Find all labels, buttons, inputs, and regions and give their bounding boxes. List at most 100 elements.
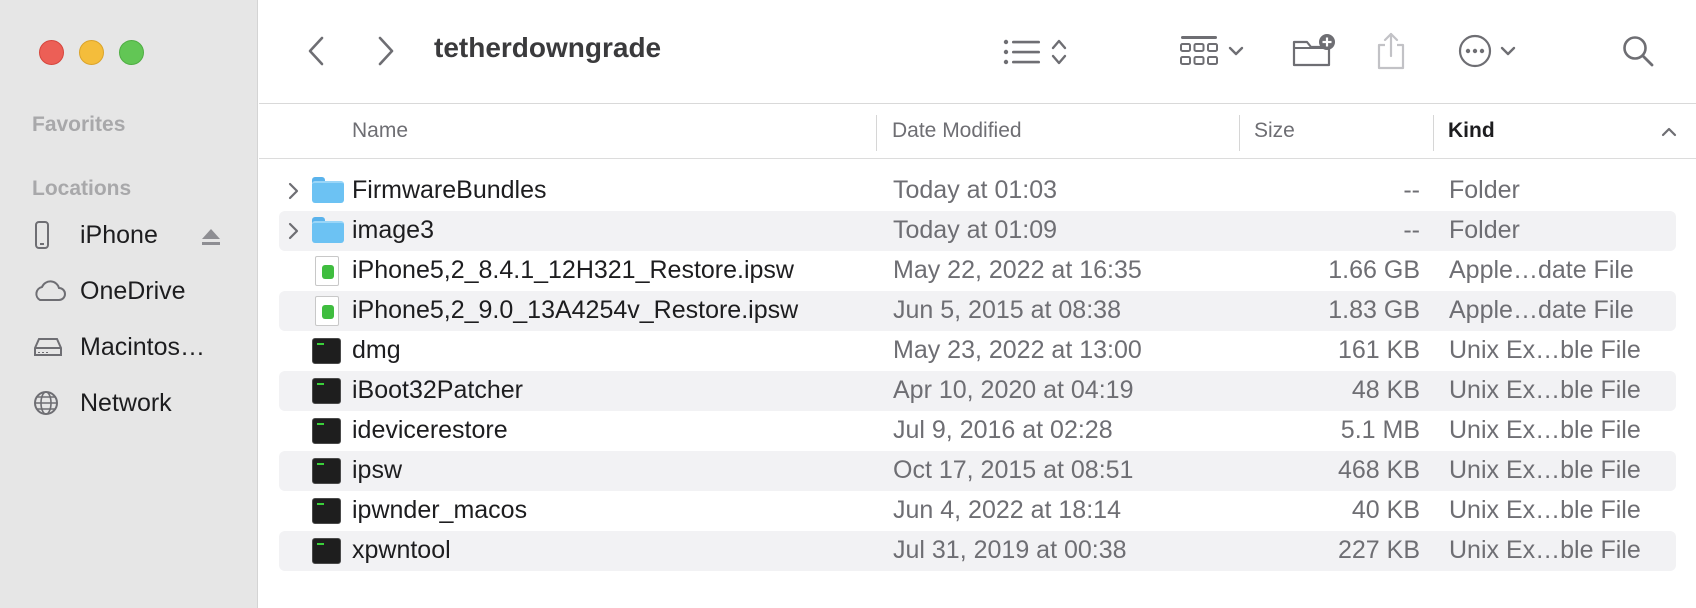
cloud-icon <box>32 277 68 305</box>
file-row[interactable]: iPhone5,2_9.0_13A4254v_Restore.ipsw Jun … <box>279 291 1676 331</box>
sidebar-item-macintosh[interactable]: Macintos… <box>32 325 232 369</box>
file-size: -- <box>1403 216 1420 244</box>
terminal-exec-icon <box>312 378 342 406</box>
disclosure-chevron-icon[interactable] <box>287 181 299 201</box>
file-kind: Unix Ex…ble File <box>1449 336 1641 364</box>
search-button[interactable] <box>1617 30 1659 72</box>
file-size: -- <box>1403 176 1420 204</box>
sidebar-item-iphone[interactable]: iPhone <box>32 213 232 257</box>
file-date: Jun 4, 2022 at 18:14 <box>893 496 1121 524</box>
file-date: May 23, 2022 at 13:00 <box>893 336 1142 364</box>
column-header-size[interactable]: Size <box>1254 119 1295 143</box>
view-options-button[interactable] <box>997 32 1073 72</box>
file-row[interactable]: iBoot32Patcher Apr 10, 2020 at 04:19 48 … <box>279 371 1676 411</box>
up-down-chevron-icon <box>1051 39 1067 65</box>
file-row[interactable]: dmg May 23, 2022 at 13:00 161 KB Unix Ex… <box>279 331 1676 371</box>
window-title: tetherdowngrade <box>434 32 662 63</box>
file-row[interactable]: ipsw Oct 17, 2015 at 08:51 468 KB Unix E… <box>279 451 1676 491</box>
sidebar: Favorites Locations iPhone OneDrive Maci… <box>0 0 258 608</box>
file-name: ipwnder_macos <box>352 496 528 524</box>
share-icon <box>1377 32 1405 70</box>
file-date: Oct 17, 2015 at 08:51 <box>893 456 1134 484</box>
file-date: Jul 31, 2019 at 00:38 <box>893 536 1127 564</box>
file-size: 1.66 GB <box>1328 256 1420 284</box>
sort-ascending-chevron-icon[interactable] <box>1660 125 1678 139</box>
file-kind: Unix Ex…ble File <box>1449 456 1641 484</box>
group-by-button[interactable] <box>1175 30 1249 72</box>
forward-button[interactable] <box>369 31 403 71</box>
ellipsis-circle-icon <box>1458 34 1492 68</box>
file-row[interactable]: xpwntool Jul 31, 2019 at 00:38 227 KB Un… <box>279 531 1676 571</box>
file-row[interactable]: image3 Today at 01:09 -- Folder <box>279 211 1676 251</box>
column-header-kind[interactable]: Kind <box>1448 119 1495 143</box>
terminal-exec-icon <box>312 538 342 566</box>
terminal-exec-icon <box>312 418 342 446</box>
new-folder-button[interactable] <box>1289 30 1339 72</box>
toolbar: tetherdowngrade <box>259 0 1696 104</box>
sidebar-item-label: Network <box>80 388 172 417</box>
sidebar-item-network[interactable]: Network <box>32 381 232 425</box>
disclosure-chevron-icon[interactable] <box>287 221 299 241</box>
column-header: Name Date Modified Size Kind <box>259 105 1696 159</box>
sidebar-item-label: iPhone <box>80 220 158 249</box>
minimize-window-button[interactable] <box>79 40 104 65</box>
file-date: Apr 10, 2020 at 04:19 <box>893 376 1134 404</box>
file-row[interactable]: iPhone5,2_8.4.1_12H321_Restore.ipsw May … <box>279 251 1676 291</box>
file-name: dmg <box>352 336 401 364</box>
file-kind: Unix Ex…ble File <box>1449 416 1641 444</box>
file-kind: Unix Ex…ble File <box>1449 376 1641 404</box>
search-icon <box>1623 36 1654 67</box>
file-size: 5.1 MB <box>1340 416 1420 444</box>
file-kind: Unix Ex…ble File <box>1449 536 1641 564</box>
hard-drive-icon <box>32 333 68 361</box>
grid-group-icon <box>1180 36 1218 65</box>
file-name: iPhone5,2_9.0_13A4254v_Restore.ipsw <box>352 296 799 324</box>
file-name: FirmwareBundles <box>352 176 547 204</box>
sidebar-section-locations: Locations <box>32 177 132 200</box>
sidebar-item-label: Macintos… <box>80 332 206 361</box>
file-kind: Apple…date File <box>1449 256 1634 284</box>
file-row[interactable]: idevicerestore Jul 9, 2016 at 02:28 5.1 … <box>279 411 1676 451</box>
file-list: FirmwareBundles Today at 01:03 -- Folder… <box>279 171 1676 571</box>
terminal-exec-icon <box>312 498 342 526</box>
column-header-date-modified[interactable]: Date Modified <box>892 119 1022 143</box>
file-size: 40 KB <box>1351 496 1420 524</box>
file-size: 468 KB <box>1337 456 1420 484</box>
column-divider[interactable] <box>1433 115 1434 151</box>
new-folder-icon <box>1292 34 1335 67</box>
ipsw-file-icon <box>315 256 345 286</box>
file-name: iPhone5,2_8.4.1_12H321_Restore.ipsw <box>352 256 794 284</box>
folder-icon <box>312 177 344 205</box>
more-actions-button[interactable] <box>1451 30 1523 72</box>
file-date: Jun 5, 2015 at 08:38 <box>893 296 1121 324</box>
file-kind: Folder <box>1449 216 1520 244</box>
column-divider[interactable] <box>1239 115 1240 151</box>
terminal-exec-icon <box>312 458 342 486</box>
file-size: 227 KB <box>1337 536 1420 564</box>
file-kind: Unix Ex…ble File <box>1449 496 1641 524</box>
eject-icon[interactable] <box>200 225 222 254</box>
zoom-window-button[interactable] <box>119 40 144 65</box>
file-name: idevicerestore <box>352 416 508 444</box>
globe-icon <box>32 389 68 417</box>
file-row[interactable]: FirmwareBundles Today at 01:03 -- Folder <box>279 171 1676 211</box>
file-kind: Apple…date File <box>1449 296 1634 324</box>
sidebar-item-onedrive[interactable]: OneDrive <box>32 269 232 313</box>
sidebar-item-label: OneDrive <box>80 276 186 305</box>
column-divider[interactable] <box>876 115 877 151</box>
file-date: Today at 01:03 <box>893 176 1058 204</box>
file-row[interactable]: ipwnder_macos Jun 4, 2022 at 18:14 40 KB… <box>279 491 1676 531</box>
share-button[interactable] <box>1369 28 1413 74</box>
ipsw-file-icon <box>315 296 345 326</box>
file-size: 48 KB <box>1351 376 1420 404</box>
column-header-name[interactable]: Name <box>352 119 408 143</box>
file-name: ipsw <box>352 456 403 484</box>
file-size: 1.83 GB <box>1328 296 1420 324</box>
file-date: May 22, 2022 at 16:35 <box>893 256 1142 284</box>
chevron-down-icon <box>1228 46 1244 56</box>
back-button[interactable] <box>299 31 333 71</box>
close-window-button[interactable] <box>39 40 64 65</box>
file-kind: Folder <box>1449 176 1520 204</box>
chevron-right-icon <box>378 36 394 66</box>
file-name: image3 <box>352 216 434 244</box>
